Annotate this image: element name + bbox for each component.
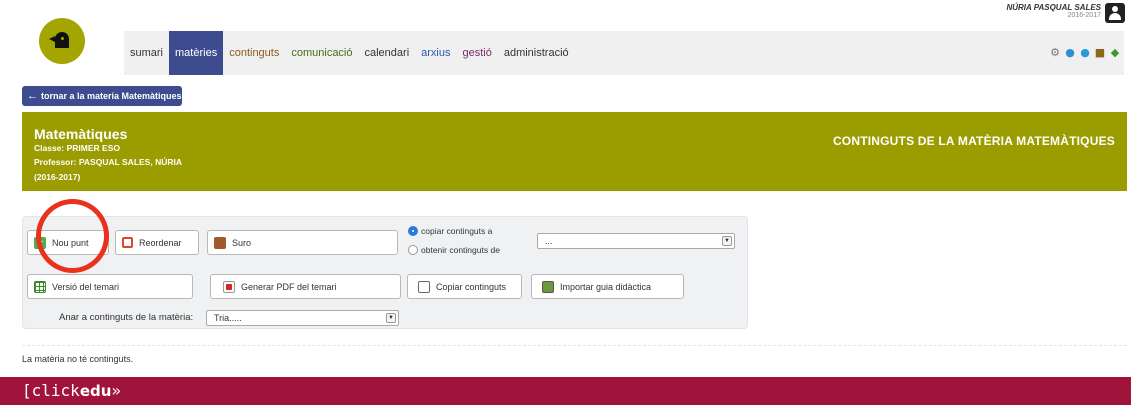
nav-item-arxius[interactable]: arxius: [415, 31, 456, 75]
target-select-value: ...: [545, 236, 553, 246]
radio-get-label: obtenir continguts de: [421, 245, 500, 255]
new-point-label: Nou punt: [52, 237, 89, 248]
radio-copy-to[interactable]: copiar continguts a: [408, 224, 500, 238]
subject-title: Matemàtiques: [34, 126, 128, 142]
teacher-line: Professor: PASQUAL SALES, NÚRIA: [34, 157, 182, 167]
goto-subject-select[interactable]: Tria..... ▼: [206, 310, 399, 326]
user-icon[interactable]: ●: [1079, 47, 1091, 59]
empty-contents-message: La matèria no té continguts.: [22, 354, 134, 364]
bird-icon: [55, 32, 69, 48]
nav-item-calendari[interactable]: calendari: [359, 31, 416, 75]
user-avatar-icon[interactable]: [1105, 3, 1125, 23]
reorder-button[interactable]: Reordenar: [115, 230, 199, 255]
arrow-left-icon: ←: [27, 90, 38, 102]
chat-icon[interactable]: ●: [1064, 47, 1076, 59]
year-line: (2016-2017): [34, 172, 81, 182]
bird-beak: [49, 36, 55, 42]
user-info[interactable]: NÚRIA PASQUAL SALES 2016-2017: [1006, 3, 1101, 19]
guide-icon: [542, 280, 554, 293]
contents-toolbar-panel: + Nou punt Reordenar Suro copiar contingu…: [22, 216, 748, 329]
clickedu-brand[interactable]: [clickedu»: [22, 381, 121, 400]
target-subject-select[interactable]: ... ▼: [537, 233, 735, 249]
reorder-icon: [122, 237, 133, 248]
brand-suffix: »: [111, 381, 122, 400]
import-guide-button[interactable]: Importar guia didàctica: [531, 274, 684, 299]
group-icon[interactable]: ■: [1094, 47, 1106, 59]
new-point-button[interactable]: + Nou punt: [27, 230, 109, 255]
goto-select-value: Tria.....: [214, 313, 242, 323]
cork-icon: [214, 236, 226, 249]
syllabus-version-label: Versió del temari: [52, 281, 120, 292]
chevron-down-icon: ▼: [722, 236, 732, 246]
main-nav: sumari matèries continguts comunicació c…: [124, 31, 575, 75]
avatar-body: [1109, 13, 1121, 20]
nav-item-sumari[interactable]: sumari: [124, 31, 169, 75]
nav-item-continguts[interactable]: continguts: [223, 31, 285, 75]
nav-item-gestio[interactable]: gestió: [456, 31, 497, 75]
cork-label: Suro: [232, 237, 252, 248]
chevron-down-icon: ▼: [386, 313, 396, 323]
reorder-label: Reordenar: [139, 237, 182, 248]
nav-item-materies[interactable]: matèries: [169, 31, 224, 75]
copy-contents-label: Copiar continguts: [436, 281, 507, 292]
generate-pdf-label: Generar PDF del temari: [241, 281, 337, 292]
bird-eye: [61, 37, 64, 40]
leaf-icon[interactable]: ◆: [1109, 47, 1121, 59]
copy-contents-button[interactable]: Copiar continguts: [407, 274, 522, 299]
cork-button[interactable]: Suro: [207, 230, 398, 255]
content-divider: [22, 345, 1127, 346]
brand-click: click: [31, 381, 80, 400]
copy-mode-radio-group: copiar continguts a obtenir continguts d…: [408, 224, 500, 262]
user-year: 2016-2017: [1067, 12, 1101, 19]
pdf-icon: [223, 280, 235, 293]
nav-item-administracio[interactable]: administració: [498, 31, 575, 75]
back-to-subject-button[interactable]: ← tornar a la materia Matemàtiques: [22, 86, 182, 106]
brand-edu: edu: [79, 382, 112, 400]
book-icon: [418, 280, 430, 293]
back-button-label: tornar a la materia Matemàtiques: [41, 91, 182, 101]
syllabus-version-button[interactable]: Versió del temari: [27, 274, 193, 299]
nav-item-comunicacio[interactable]: comunicació: [285, 31, 358, 75]
radio-unselected-icon: [408, 245, 418, 255]
generate-pdf-button[interactable]: Generar PDF del temari: [210, 274, 401, 299]
import-guide-label: Importar guia didàctica: [560, 281, 652, 292]
user-name: NÚRIA PASQUAL SALES: [1006, 3, 1101, 12]
goto-subject-label: Anar a continguts de la matèria:: [59, 312, 194, 323]
footer-bar: [clickedu»: [0, 377, 1131, 405]
gear-icon[interactable]: ⚙: [1049, 47, 1061, 59]
tools-bar: ⚙ ● ● ■ ◆: [1049, 47, 1121, 59]
class-line: Classe: PRIMER ESO: [34, 143, 120, 153]
table-icon: [34, 280, 46, 293]
clickedu-logo[interactable]: [39, 18, 85, 64]
plus-icon: +: [34, 236, 46, 249]
avatar-head: [1112, 6, 1118, 12]
section-title: CONTINGUTS DE LA MATÈRIA MATEMÀTIQUES: [832, 134, 1115, 148]
subject-banner: Matemàtiques Classe: PRIMER ESO Professo…: [22, 112, 1127, 191]
radio-copy-label: copiar continguts a: [421, 226, 493, 236]
radio-selected-icon: [408, 226, 418, 236]
brand-bracket: [: [22, 381, 32, 400]
radio-get-from[interactable]: obtenir continguts de: [408, 243, 500, 257]
